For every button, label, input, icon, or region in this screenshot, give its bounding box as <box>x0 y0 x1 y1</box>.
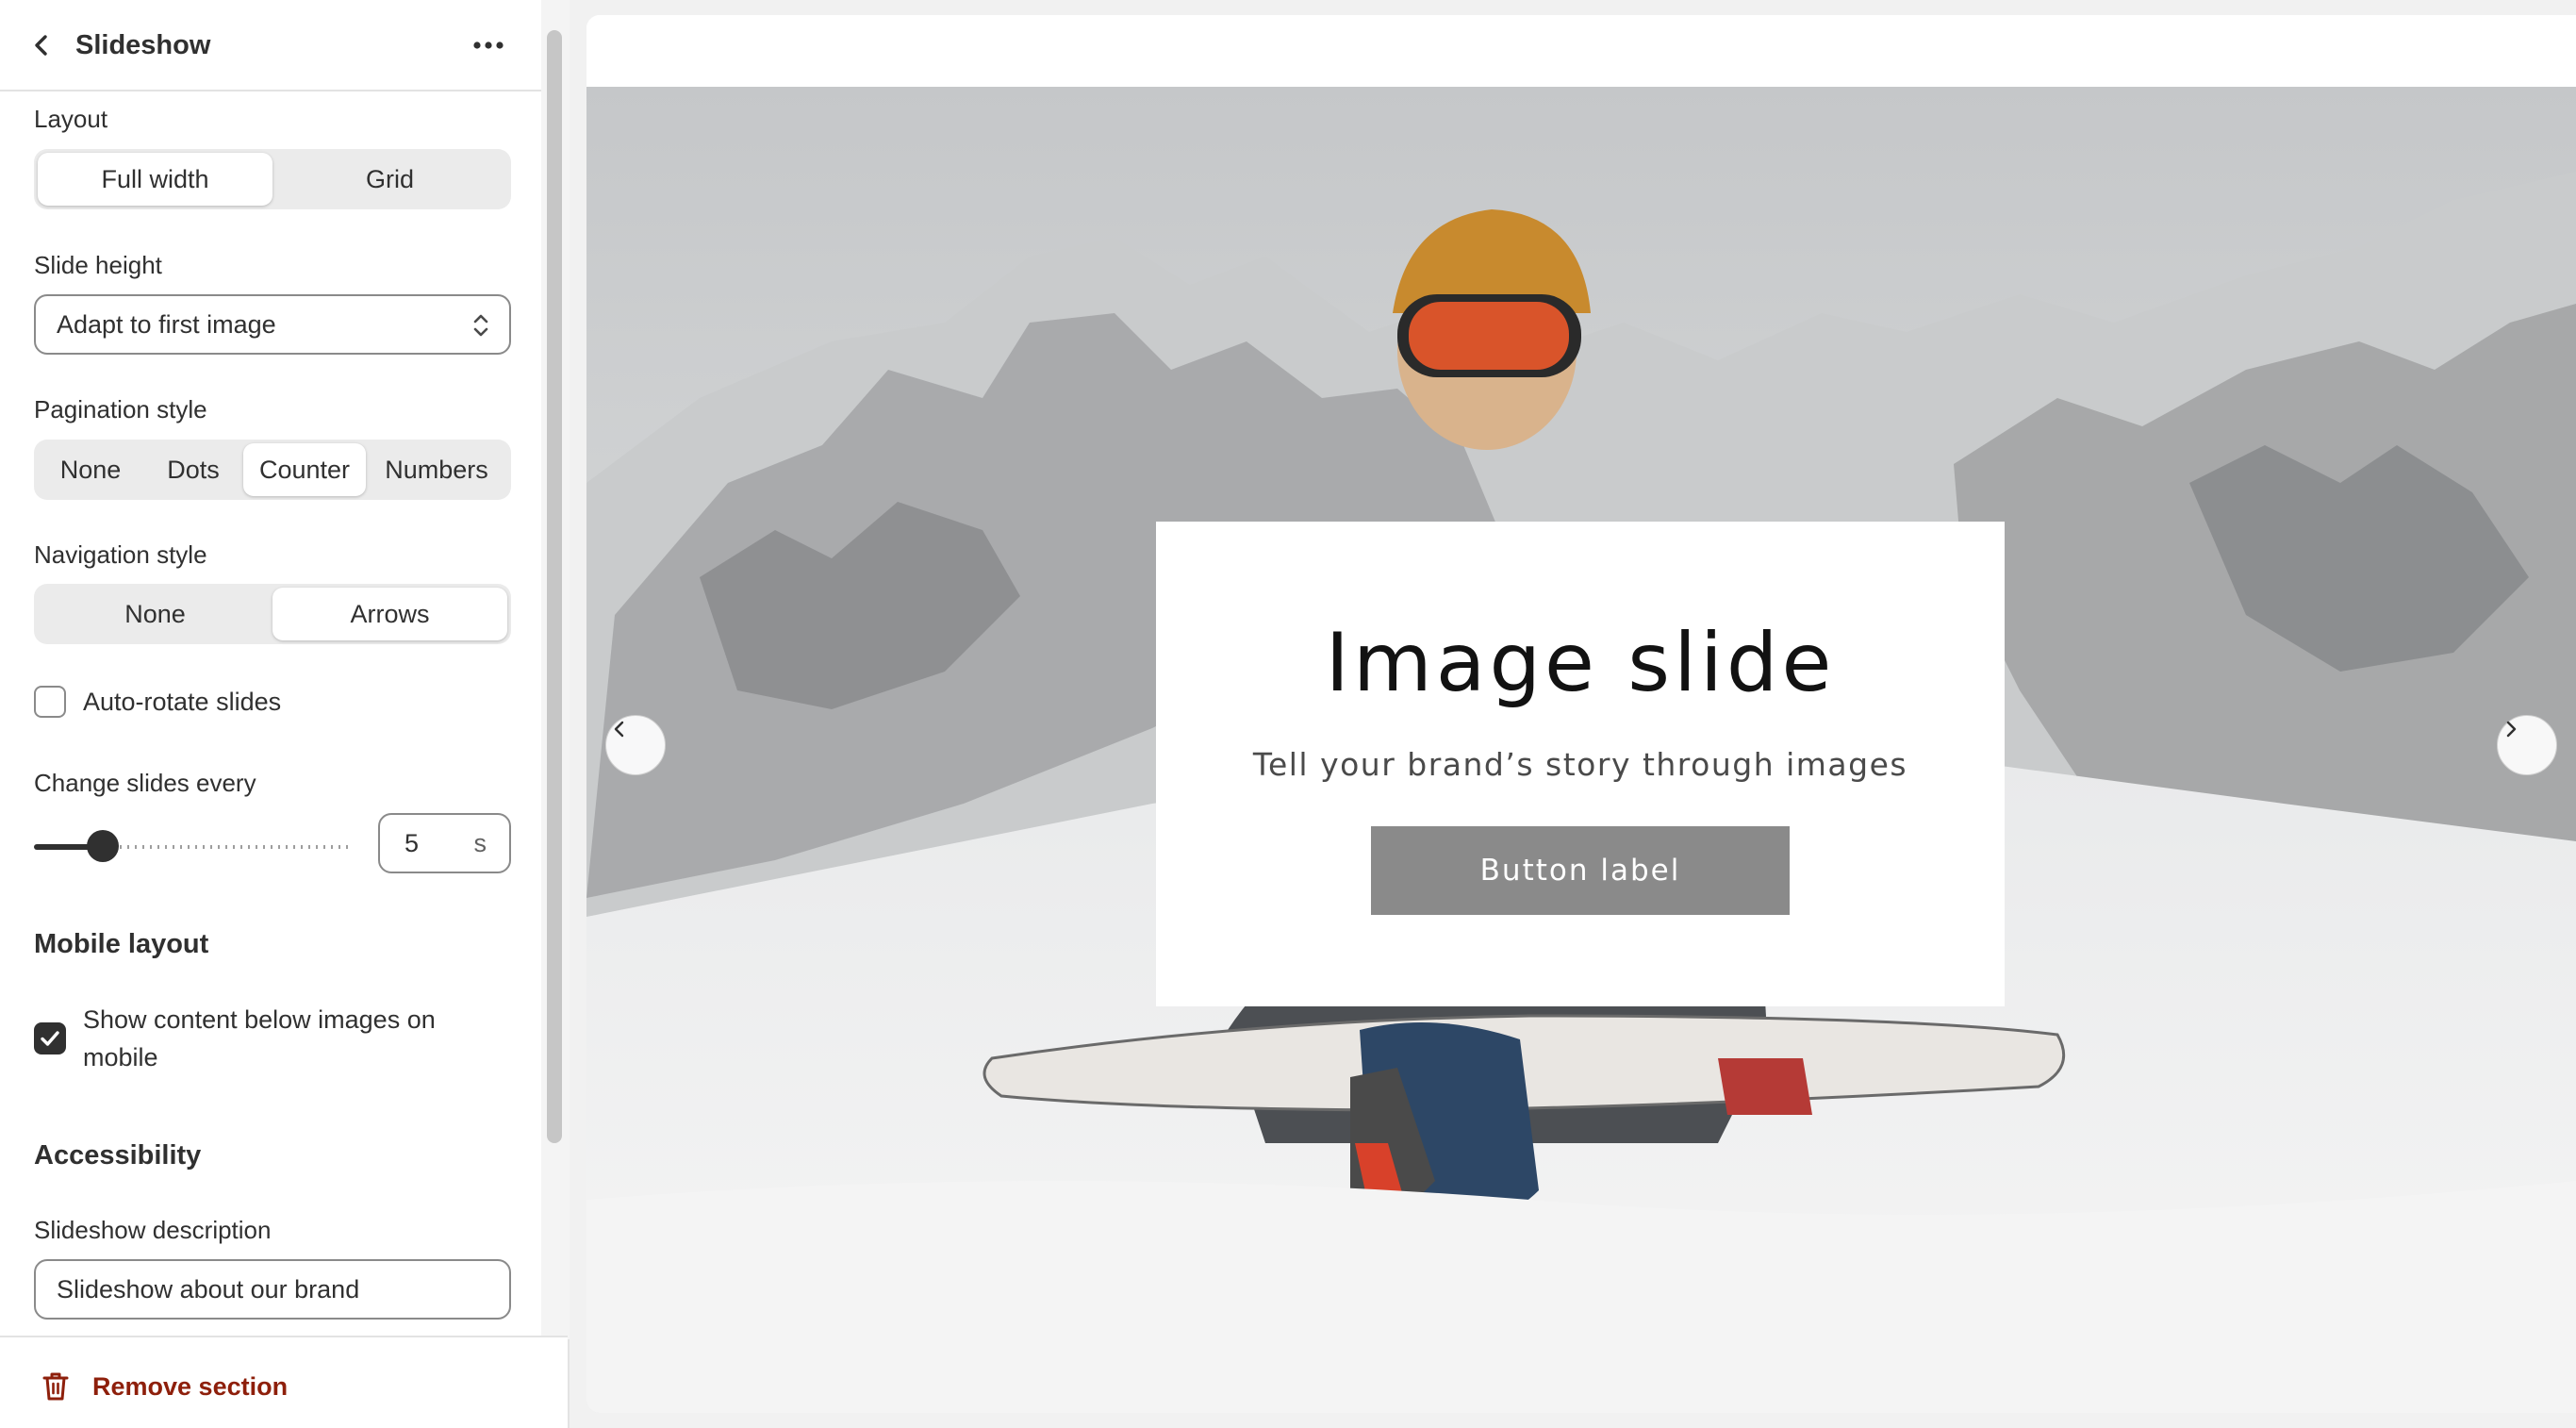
sidebar-header: Slideshow <box>0 0 541 91</box>
pagination-option-numbers[interactable]: Numbers <box>366 443 507 496</box>
pagination-option-dots[interactable]: Dots <box>143 443 243 496</box>
layout-option-grid[interactable]: Grid <box>272 153 507 206</box>
slideshow-slide: Image slide Tell your brand’s story thro… <box>586 87 2576 1413</box>
layout-segmented-control: Full width Grid <box>34 149 511 209</box>
change-slides-value: 5 <box>405 829 420 857</box>
ellipsis-icon <box>473 42 504 49</box>
theme-preview: Image slide Tell your brand’s story thro… <box>586 15 2576 1413</box>
slide-heading: Image slide <box>1325 616 1836 710</box>
slider-thumb[interactable] <box>87 830 119 862</box>
pagination-option-none[interactable]: None <box>38 443 143 496</box>
navigation-option-none[interactable]: None <box>38 588 272 640</box>
preview-header-bar <box>586 15 2576 87</box>
navigation-segmented-control: None Arrows <box>34 584 511 644</box>
sidebar-title: Slideshow <box>75 30 211 60</box>
slider-track-rest <box>120 845 349 849</box>
pagination-segmented-control: None Dots Counter Numbers <box>34 440 511 500</box>
next-slide-button[interactable] <box>2497 715 2557 775</box>
sidebar-footer: Remove section <box>0 1336 568 1428</box>
change-slides-input[interactable]: 5 s <box>378 813 511 873</box>
slide-height-select[interactable]: Adapt to first image <box>34 294 511 355</box>
slide-content-box: Image slide Tell your brand’s story thro… <box>1156 522 2005 1006</box>
change-slides-label: Change slides every <box>34 769 256 797</box>
settings-sidebar: Slideshow Layout Full width Grid Slide h… <box>0 0 570 1428</box>
slide-height-label: Slide height <box>34 251 162 279</box>
show-content-below-label: Show content below images on mobile <box>83 1005 436 1071</box>
more-actions-button[interactable] <box>468 28 509 62</box>
layout-option-full-width[interactable]: Full width <box>38 153 272 206</box>
accessibility-heading: Accessibility <box>34 1140 202 1171</box>
checkmark-icon <box>41 1031 59 1046</box>
navigation-label: Navigation style <box>34 540 207 569</box>
select-chevron-icon <box>473 314 488 337</box>
sidebar-scrollbar-thumb[interactable] <box>547 30 562 1143</box>
pagination-label: Pagination style <box>34 395 207 423</box>
change-slides-unit: s <box>473 829 487 857</box>
slide-height-value: Adapt to first image <box>57 310 276 339</box>
auto-rotate-label: Auto-rotate slides <box>83 688 282 716</box>
remove-section-label: Remove section <box>92 1371 289 1401</box>
previous-slide-button[interactable] <box>605 715 666 775</box>
auto-rotate-checkbox[interactable] <box>34 686 66 718</box>
show-content-below-checkbox[interactable] <box>34 1022 66 1054</box>
slideshow-description-label: Slideshow description <box>34 1216 272 1244</box>
slide-cta-button[interactable]: Button label <box>1371 826 1790 915</box>
chevron-left-icon <box>614 721 624 738</box>
slideshow-description-input[interactable] <box>34 1259 511 1320</box>
mobile-layout-heading: Mobile layout <box>34 929 209 959</box>
layout-label: Layout <box>34 105 108 133</box>
navigation-option-arrows[interactable]: Arrows <box>272 588 507 640</box>
back-button[interactable] <box>25 28 58 62</box>
trash-icon <box>42 1372 69 1401</box>
remove-section-button[interactable]: Remove section <box>41 1368 288 1405</box>
chevron-left-icon <box>35 35 47 56</box>
slide-subheading: Tell your brand’s story through images <box>1252 746 1908 783</box>
pagination-option-counter[interactable]: Counter <box>243 443 366 496</box>
chevron-right-icon <box>2506 721 2517 738</box>
change-slides-slider[interactable] <box>34 844 349 850</box>
